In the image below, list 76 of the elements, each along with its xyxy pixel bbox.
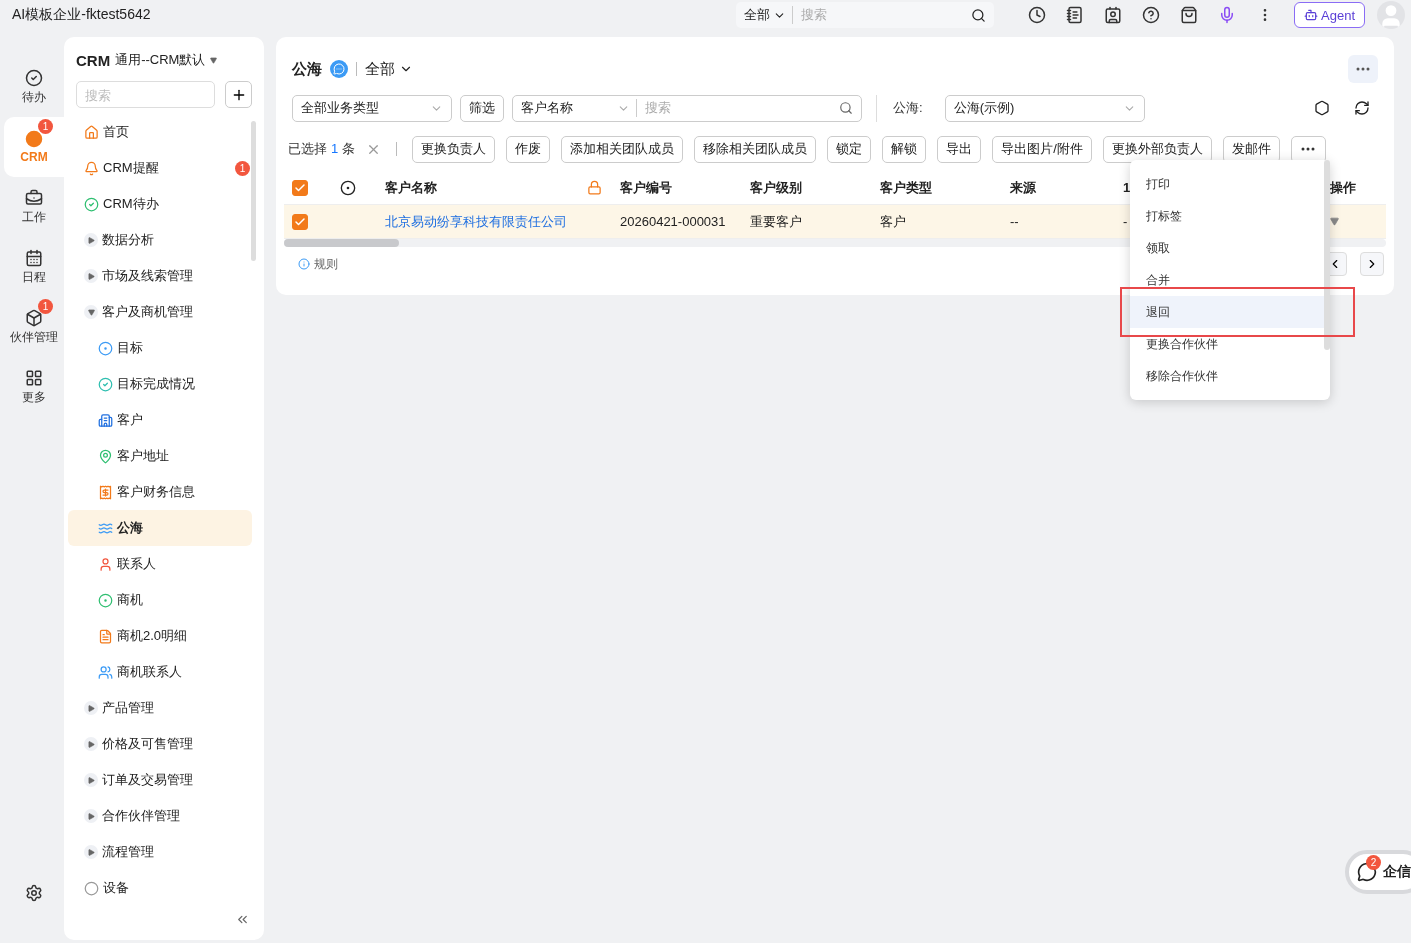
column-header: 操作 — [1330, 178, 1356, 197]
sidebar-group[interactable]: 流程管理 — [76, 834, 252, 870]
count-badge: 1 — [38, 119, 53, 134]
sidebar-group[interactable]: 市场及线索管理 — [76, 258, 252, 294]
sidebar-item[interactable]: CRM待办 — [76, 186, 252, 222]
sidebar-item[interactable]: 客户财务信息 — [68, 474, 252, 510]
rail-item[interactable]: 更多 — [4, 357, 64, 417]
action-button[interactable]: 发邮件 — [1222, 135, 1280, 163]
sidebar-item[interactable]: 客户地址 — [68, 438, 252, 474]
sidebar-group[interactable]: 产品管理 — [76, 690, 252, 726]
customer-link[interactable]: 北京易动纷享科技有限责任公司 — [385, 212, 567, 231]
action-button[interactable]: 导出图片/附件 — [992, 135, 1092, 163]
rail-item[interactable]: 日程 — [4, 237, 64, 297]
sidebar-group[interactable]: 数据分析 — [76, 222, 252, 258]
action-button[interactable]: 导出 — [937, 135, 982, 163]
sidebar-item[interactable]: 公海 — [68, 510, 252, 546]
table-cell: 重要客户 — [750, 212, 802, 231]
selection-count: 已选择 1 条 — [288, 140, 356, 158]
count-badge: 1 — [235, 160, 250, 176]
scope-selector[interactable]: 通用--CRM默认 — [115, 51, 206, 69]
sidebar-item[interactable]: 商机联系人 — [68, 654, 252, 690]
sidebar-group[interactable]: 订单及交易管理 — [76, 762, 252, 798]
filter-button[interactable]: 筛选 — [460, 94, 504, 122]
sidebar-item[interactable]: 首页 — [76, 114, 252, 150]
action-button[interactable]: 作废 — [506, 135, 551, 163]
table-cell: - — [1123, 214, 1128, 229]
menu-item[interactable]: 退回 — [1130, 296, 1324, 328]
column-header: 客户级别 — [750, 178, 802, 197]
sidebar-item[interactable]: 目标完成情况 — [68, 366, 252, 402]
action-button[interactable]: 添加相关团队成员 — [561, 135, 684, 163]
sidebar-group[interactable]: 价格及可售管理 — [76, 726, 252, 762]
agent-button[interactable]: Agent — [1294, 2, 1365, 28]
sidebar-item[interactable]: 设备 — [76, 870, 252, 906]
column-header: 客户编号 — [620, 178, 672, 197]
sidebar-item[interactable]: 目标 — [68, 330, 252, 366]
app-name: CRM — [76, 51, 111, 69]
menu-item[interactable]: 移除合作伙伴 — [1130, 360, 1324, 392]
action-button[interactable]: 解锁 — [882, 135, 927, 163]
view-selector[interactable]: 全部 — [365, 59, 413, 79]
count-badge: 1 — [38, 299, 53, 314]
table-cell: 20260421-000031 — [620, 214, 726, 229]
menu-item[interactable]: 打标签 — [1130, 200, 1324, 232]
sidebar-item[interactable]: CRM提醒 1 — [76, 150, 252, 186]
action-button[interactable]: 更换外部负责人 — [1102, 135, 1212, 163]
pool-select[interactable]: 公海(示例) — [944, 94, 1145, 122]
count-badge: 2 — [1366, 855, 1381, 870]
menu-item[interactable]: 合并 — [1130, 264, 1324, 296]
pool-label: 公海: — [876, 94, 923, 122]
table-cell: -- — [1010, 214, 1019, 229]
rail-item[interactable]: 工作 — [4, 177, 64, 237]
chat-button[interactable]: 企信 2 — [1345, 850, 1411, 894]
window-title: AI模板企业-fktest5642 — [12, 6, 152, 24]
column-header: 客户类型 — [880, 178, 932, 197]
action-button[interactable]: 更换负责人 — [412, 135, 496, 163]
sidebar-group[interactable]: 客户及商机管理 — [76, 294, 252, 330]
menu-item[interactable]: 更换合作伙伴 — [1130, 328, 1324, 360]
page-title: 公海 — [292, 59, 322, 79]
sidebar-item[interactable]: 商机2.0明细 — [68, 618, 252, 654]
rules-link[interactable]: 规则 — [314, 255, 338, 273]
column-header: 客户名称 — [385, 178, 437, 197]
sidebar-item[interactable]: 联系人 — [68, 546, 252, 582]
column-header: 来源 — [1010, 178, 1036, 197]
sidebar-item[interactable]: 商机 — [68, 582, 252, 618]
global-search-field[interactable]: 全部 搜索 — [736, 2, 994, 28]
table-cell: 客户 — [880, 212, 906, 231]
rail-item[interactable]: 伙伴管理 1 — [4, 297, 64, 357]
menu-item[interactable]: 领取 — [1130, 232, 1324, 264]
action-button[interactable]: 移除相关团队成员 — [694, 135, 817, 163]
sidebar-item[interactable]: 客户 — [68, 402, 252, 438]
menu-item[interactable]: 打印 — [1130, 168, 1324, 200]
column-header: 1 — [1123, 180, 1131, 195]
business-type-select[interactable]: 全部业务类型 — [292, 94, 452, 122]
rail-item[interactable]: 待办 — [4, 57, 64, 117]
action-button[interactable]: 锁定 — [827, 135, 872, 163]
sidebar-group[interactable]: 合作伙伴管理 — [76, 798, 252, 834]
search-field[interactable]: 客户名称 搜索 — [512, 94, 862, 122]
